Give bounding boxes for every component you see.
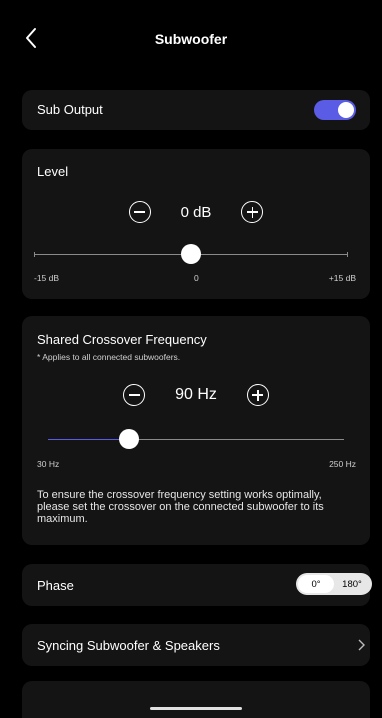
crossover-slider-fill [48,439,129,440]
level-slider-thumb[interactable] [181,244,201,264]
crossover-title: Shared Crossover Frequency [37,332,207,347]
crossover-max-label: 250 Hz [329,459,356,469]
level-decrease-button[interactable] [128,201,151,223]
level-mid-label: 0 [194,273,199,283]
level-min-label: -15 dB [34,273,60,283]
sub-output-label: Sub Output [37,102,103,117]
level-value: 0 dB [180,203,212,221]
sync-label: Syncing Subwoofer & Speakers [37,638,220,653]
phase-segmented-control: 0° 180° [296,573,372,595]
phase-option-180[interactable]: 180° [334,575,370,593]
sync-row[interactable]: Syncing Subwoofer & Speakers [22,624,370,666]
phase-option-0[interactable]: 0° [298,575,334,593]
level-increase-button[interactable] [241,201,264,223]
header: Subwoofer [0,0,382,80]
level-tick-max [347,252,348,257]
sub-output-toggle[interactable] [314,100,356,120]
level-tick-min [34,252,35,257]
crossover-note: * Applies to all connected subwoofers. [37,352,181,362]
more-settings-card [22,681,370,718]
level-max-label: +15 dB [328,273,356,283]
crossover-increase-button[interactable] [246,384,269,406]
crossover-slider-thumb[interactable] [118,429,139,449]
level-card: Level 0 dB -15 dB 0 +15 dB [22,149,370,299]
phase-card: Phase 0° 180° [22,564,372,606]
level-label: Level [37,164,69,179]
crossover-description: To ensure the crossover frequency settin… [37,489,324,525]
crossover-min-label: 30 Hz [37,459,60,469]
crossover-slider-track[interactable] [48,429,344,449]
crossover-value: 90 Hz [175,386,217,403]
home-indicator [150,707,242,710]
crossover-card: Shared Crossover Frequency * Applies to … [22,316,370,545]
toggle-knob [338,102,354,118]
sub-output-card: Sub Output [22,90,370,130]
level-stepper: 0 dB [22,201,370,223]
chevron-right-icon [358,639,365,651]
crossover-stepper: 90 Hz [22,384,370,406]
page-title: Subwoofer [154,31,228,47]
crossover-decrease-button[interactable] [123,384,146,406]
level-slider-track[interactable] [34,244,348,264]
phase-label: Phase [37,578,74,593]
